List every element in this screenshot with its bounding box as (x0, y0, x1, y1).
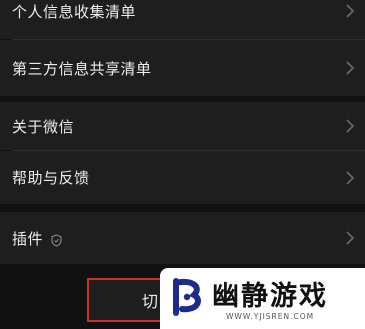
menu-item-label: 个人信息收集清单 (12, 2, 137, 21)
chevron-right-icon (345, 118, 355, 134)
switch-button-label: 切 (141, 292, 158, 311)
chevron-right-icon (345, 230, 355, 246)
menu-item-third-party-info[interactable]: 第三方信息共享清单 (0, 40, 365, 96)
watermark: 幽静游戏 WWW.YJISREN.COM (160, 268, 365, 329)
menu-item-help-feedback[interactable]: 帮助与反馈 (0, 151, 365, 204)
menu-item-personal-info-fill (0, 28, 365, 39)
chevron-right-icon (345, 3, 355, 19)
menu-item-label: 第三方信息共享清单 (12, 59, 152, 78)
menu-item-label: 帮助与反馈 (12, 169, 90, 187)
menu-item-about-wechat[interactable]: 关于微信 (0, 102, 365, 150)
menu-item-plugins[interactable]: 插件 (0, 212, 365, 264)
menu-item-personal-info[interactable]: 个人信息收集清单 (0, 0, 365, 28)
shield-icon (51, 232, 62, 247)
menu-item-label: 关于微信 (12, 117, 75, 136)
watermark-url: WWW.YJISREN.COM (226, 312, 315, 321)
menu-item-label: 插件 (12, 229, 44, 248)
chevron-right-icon (345, 170, 355, 186)
watermark-title: 幽静游戏 (212, 281, 328, 312)
chevron-right-icon (345, 60, 355, 76)
section-gap (0, 204, 365, 212)
watermark-logo-icon (173, 278, 201, 316)
